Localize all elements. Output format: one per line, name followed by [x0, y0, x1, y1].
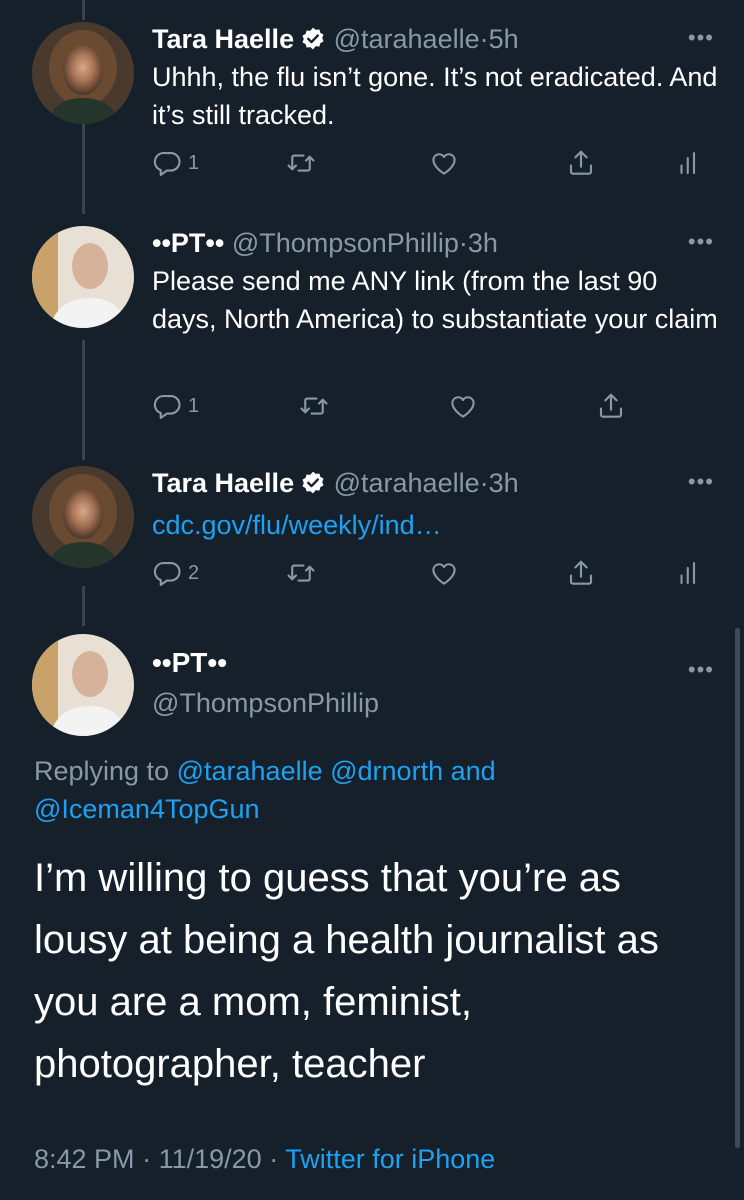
more-icon[interactable]: ••• [688, 27, 714, 49]
tweet-header: Tara Haelle @tarahaelle·3h [152, 466, 519, 500]
retweet-button[interactable] [286, 148, 316, 178]
like-button[interactable] [448, 391, 478, 421]
retweet-icon [286, 148, 316, 178]
like-icon [429, 558, 459, 588]
more-icon[interactable]: ••• [688, 231, 714, 253]
analytics-icon [674, 148, 704, 178]
retweet-icon [299, 391, 329, 421]
tweet[interactable]: ••PT•• @ThompsonPhillip·3h ••• Please se… [0, 226, 744, 446]
tweet[interactable]: Tara Haelle @tarahaelle·5h ••• Uhhh, the… [0, 22, 744, 212]
tweet-header: ••PT•• @ThompsonPhillip·3h [152, 226, 498, 260]
separator: · [269, 1144, 279, 1174]
tweet[interactable]: Tara Haelle @tarahaelle·3h ••• cdc.gov/f… [0, 466, 744, 606]
timestamp[interactable]: 3h [489, 468, 519, 498]
reply-icon [152, 391, 182, 421]
like-icon [448, 391, 478, 421]
reply-icon [152, 558, 182, 588]
like-icon [429, 148, 459, 178]
tweet-text: Uhhh, the flu isn’t gone. It’s not eradi… [152, 62, 718, 130]
user-handle[interactable]: @ThompsonPhillip [232, 228, 459, 258]
display-name[interactable]: ••PT•• [152, 647, 227, 679]
retweet-button[interactable] [299, 391, 329, 421]
more-icon[interactable]: ••• [688, 659, 714, 681]
like-button[interactable] [429, 558, 459, 588]
tweet-source[interactable]: Twitter for iPhone [285, 1144, 495, 1174]
separator: · [142, 1144, 152, 1174]
display-name[interactable]: ••PT•• [152, 228, 224, 258]
verified-icon [300, 26, 326, 52]
share-icon [566, 558, 596, 588]
tweet-date: 11/19/20 [158, 1144, 262, 1174]
analytics-button[interactable] [674, 148, 704, 178]
tweet-link[interactable]: cdc.gov/flu/weekly/ind… [152, 506, 722, 544]
analytics-icon [674, 558, 704, 588]
timestamp[interactable]: 5h [489, 24, 519, 54]
reply-button[interactable]: 1 [152, 148, 199, 178]
tweet-time: 8:42 PM [34, 1144, 135, 1174]
user-handle[interactable]: @ThompsonPhillip [152, 688, 379, 719]
retweet-button[interactable] [286, 558, 316, 588]
twitter-thread-view: Tara Haelle @tarahaelle·5h ••• Uhhh, the… [0, 0, 744, 1200]
avatar-pt[interactable] [32, 634, 134, 736]
reply-count: 1 [188, 151, 200, 174]
reply-count: 2 [188, 561, 200, 584]
focused-tweet-text: I’m willing to guess that you’re as lous… [34, 856, 659, 1086]
verified-icon [300, 470, 326, 496]
mention-link[interactable]: @drnorth [330, 756, 443, 786]
separator: · [458, 228, 468, 258]
scrollbar[interactable] [735, 628, 740, 1148]
user-handle[interactable]: @tarahaelle [334, 468, 480, 498]
tweet-actions: 1 [152, 391, 712, 431]
share-icon [566, 148, 596, 178]
avatar-pt[interactable] [32, 226, 134, 328]
reply-button[interactable]: 2 [152, 558, 199, 588]
display-name[interactable]: Tara Haelle [152, 468, 294, 498]
mention-link[interactable]: @tarahaelle [177, 756, 323, 786]
mention-link[interactable]: @Iceman4TopGun [34, 794, 260, 824]
mention-and[interactable]: and [451, 756, 496, 786]
tweet-actions: 2 [152, 558, 712, 598]
reply-icon [152, 148, 182, 178]
reply-count: 1 [188, 394, 200, 417]
like-button[interactable] [429, 148, 459, 178]
user-handle[interactable]: @tarahaelle [334, 24, 480, 54]
separator: · [479, 24, 489, 54]
timestamp[interactable]: 3h [468, 228, 498, 258]
share-icon [596, 391, 626, 421]
share-button[interactable] [596, 391, 626, 421]
separator: · [479, 468, 489, 498]
avatar-tara-haelle[interactable] [32, 22, 134, 124]
share-button[interactable] [566, 148, 596, 178]
retweet-icon [286, 558, 316, 588]
avatar-tara-haelle[interactable] [32, 466, 134, 568]
replying-label: Replying to [34, 756, 170, 786]
thread-line [82, 0, 85, 20]
share-button[interactable] [566, 558, 596, 588]
analytics-button[interactable] [674, 558, 704, 588]
tweet-meta: 8:42 PM · 11/19/20 · Twitter for iPhone [34, 1144, 495, 1175]
more-icon[interactable]: ••• [688, 471, 714, 493]
tweet-text: Please send me ANY link (from the last 9… [152, 266, 718, 334]
tweet-header: Tara Haelle @tarahaelle·5h [152, 22, 519, 56]
tweet-actions: 1 [152, 148, 712, 188]
reply-button[interactable]: 1 [152, 391, 199, 421]
replying-to: Replying to @tarahaelle @drnorth and @Ic… [34, 752, 714, 828]
display-name[interactable]: Tara Haelle [152, 24, 294, 54]
